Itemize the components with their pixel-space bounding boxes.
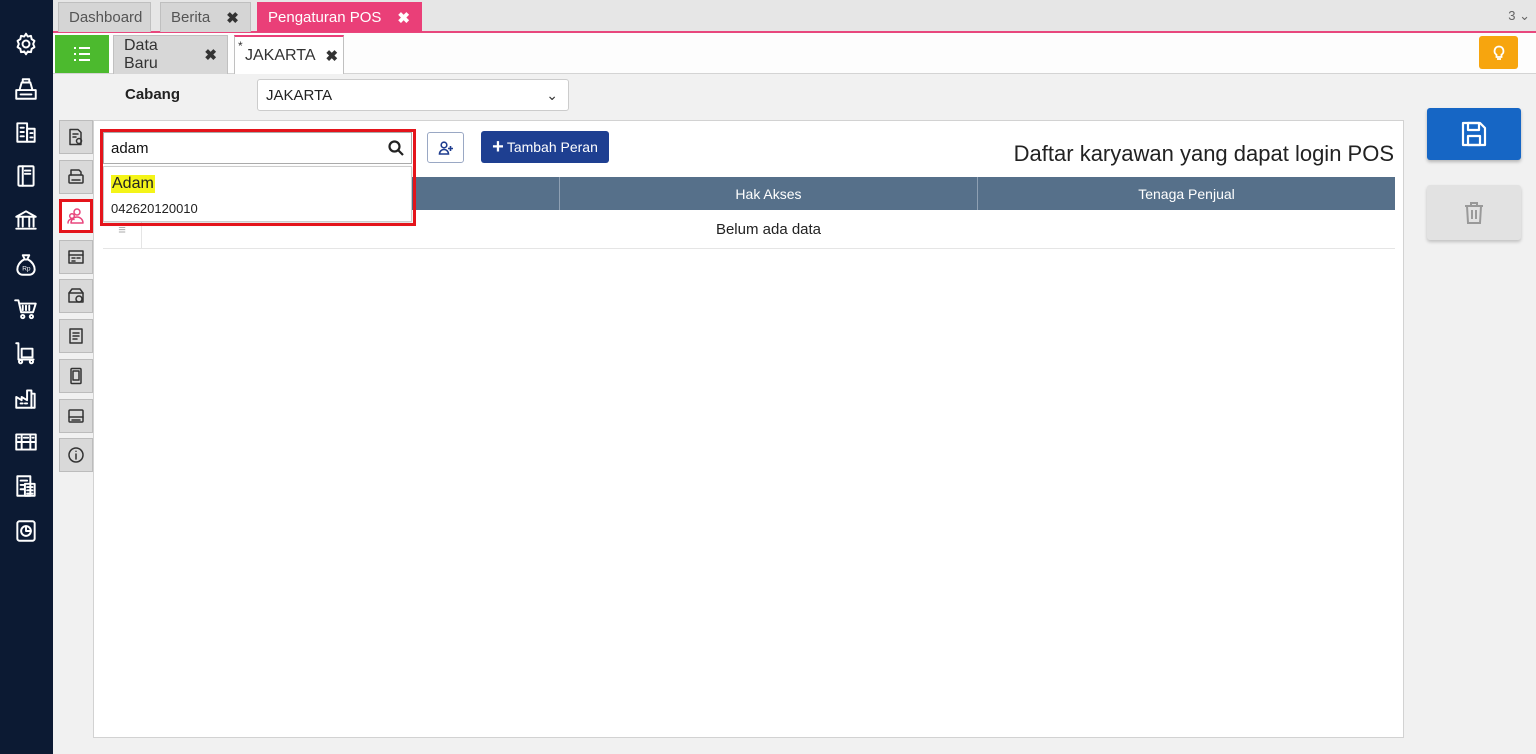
trash-icon [1465, 201, 1483, 224]
tax-icon[interactable] [11, 471, 41, 501]
cart-icon[interactable] [11, 294, 41, 324]
side-tab-printer[interactable] [59, 160, 93, 194]
subtab-label: Data Baru [124, 37, 158, 72]
terminal-icon [68, 409, 84, 423]
add-user-button[interactable] [427, 132, 464, 163]
users-icon [67, 208, 84, 224]
document-settings-icon [69, 128, 83, 146]
search-input[interactable]: adam [103, 132, 412, 164]
book-icon[interactable] [11, 161, 41, 191]
printer-icon [68, 169, 84, 184]
side-tab-info[interactable] [59, 438, 93, 472]
add-user-icon [438, 140, 453, 155]
employee-panel: adam Adam 042620120010 + Tambah Peran Da… [93, 120, 1404, 738]
search-suggestion-list: Adam 042620120010 [103, 166, 412, 222]
svg-text:Rp: Rp [22, 265, 31, 272]
side-tab-calendar-box[interactable] [59, 279, 93, 313]
tab-dashboard[interactable]: Dashboard [58, 2, 151, 32]
receipt-icon [69, 328, 83, 344]
side-tab-document-settings[interactable] [59, 120, 93, 154]
delete-button[interactable] [1427, 185, 1521, 240]
tab-pengaturan-pos[interactable]: Pengaturan POS ✖ [257, 2, 422, 32]
subtab-label: JAKARTA [245, 46, 316, 64]
gear-icon[interactable] [11, 29, 41, 59]
close-icon[interactable]: ✖ [204, 46, 217, 64]
list-menu-button[interactable] [55, 35, 109, 73]
delivery-icon[interactable] [11, 338, 41, 368]
chevron-down-icon: ⌄ [546, 87, 558, 103]
search-value: adam [111, 139, 149, 157]
branch-label: Cabang [125, 86, 181, 103]
search-icon[interactable] [387, 139, 405, 157]
tab-label: Dashboard [69, 9, 143, 26]
bank-icon[interactable] [11, 205, 41, 235]
cashier-icon[interactable] [11, 74, 41, 104]
subtab-jakarta[interactable]: * JAKARTA ✖ [234, 35, 344, 74]
money-bag-icon[interactable]: Rp [11, 250, 41, 280]
building-icon[interactable] [11, 117, 41, 147]
side-tab-tablet[interactable] [59, 359, 93, 393]
side-tab-card[interactable] [59, 240, 93, 274]
tab-label: Berita [171, 9, 211, 26]
branch-value: JAKARTA [266, 86, 333, 104]
info-icon [68, 447, 84, 463]
close-icon[interactable]: ✖ [326, 47, 339, 65]
tablet-icon [70, 367, 82, 385]
branch-select[interactable]: JAKARTA ⌄ [257, 79, 569, 111]
column-header-tenaga-penjual[interactable]: Tenaga Penjual [978, 177, 1395, 210]
side-tab-receipt[interactable] [59, 319, 93, 353]
empty-state-text: Belum ada data [715, 220, 822, 238]
close-icon[interactable]: ✖ [397, 9, 410, 27]
chart-icon[interactable] [11, 516, 41, 546]
list-icon [74, 47, 90, 61]
tab-counter[interactable]: 3 ⌄ [1508, 8, 1530, 24]
close-icon[interactable]: ✖ [226, 9, 239, 27]
main-sidebar: Rp [0, 0, 53, 754]
side-tab-terminal[interactable] [59, 399, 93, 433]
hint-button[interactable] [1479, 36, 1518, 69]
add-role-button[interactable]: + Tambah Peran [481, 131, 609, 163]
subtab-data-baru[interactable]: Data Baru ✖ [113, 35, 228, 74]
sub-tab-bar: Data Baru ✖ * JAKARTA ✖ [53, 33, 1536, 74]
warehouse-icon[interactable] [11, 427, 41, 457]
factory-icon[interactable] [11, 383, 41, 413]
card-icon [68, 250, 84, 264]
top-tab-bar: Dashboard Berita ✖ Pengaturan POS ✖ 3 ⌄ [53, 0, 1536, 33]
calendar-box-icon [68, 288, 84, 303]
suggestion-code: 042620120010 [111, 201, 198, 216]
plus-icon: + [492, 136, 504, 158]
lightbulb-icon [1493, 45, 1504, 60]
tab-berita[interactable]: Berita ✖ [160, 2, 251, 32]
add-role-label: Tambah Peran [506, 139, 598, 155]
save-button[interactable] [1427, 108, 1521, 160]
side-tab-users[interactable] [59, 199, 93, 233]
panel-title: Daftar karyawan yang dapat login POS [1013, 141, 1394, 166]
save-icon [1461, 121, 1487, 147]
unsaved-marker: * [238, 39, 243, 53]
tab-label: Pengaturan POS [268, 9, 382, 26]
suggestion-name: Adam [111, 175, 155, 193]
column-header-hak-akses[interactable]: Hak Akses [560, 177, 978, 210]
